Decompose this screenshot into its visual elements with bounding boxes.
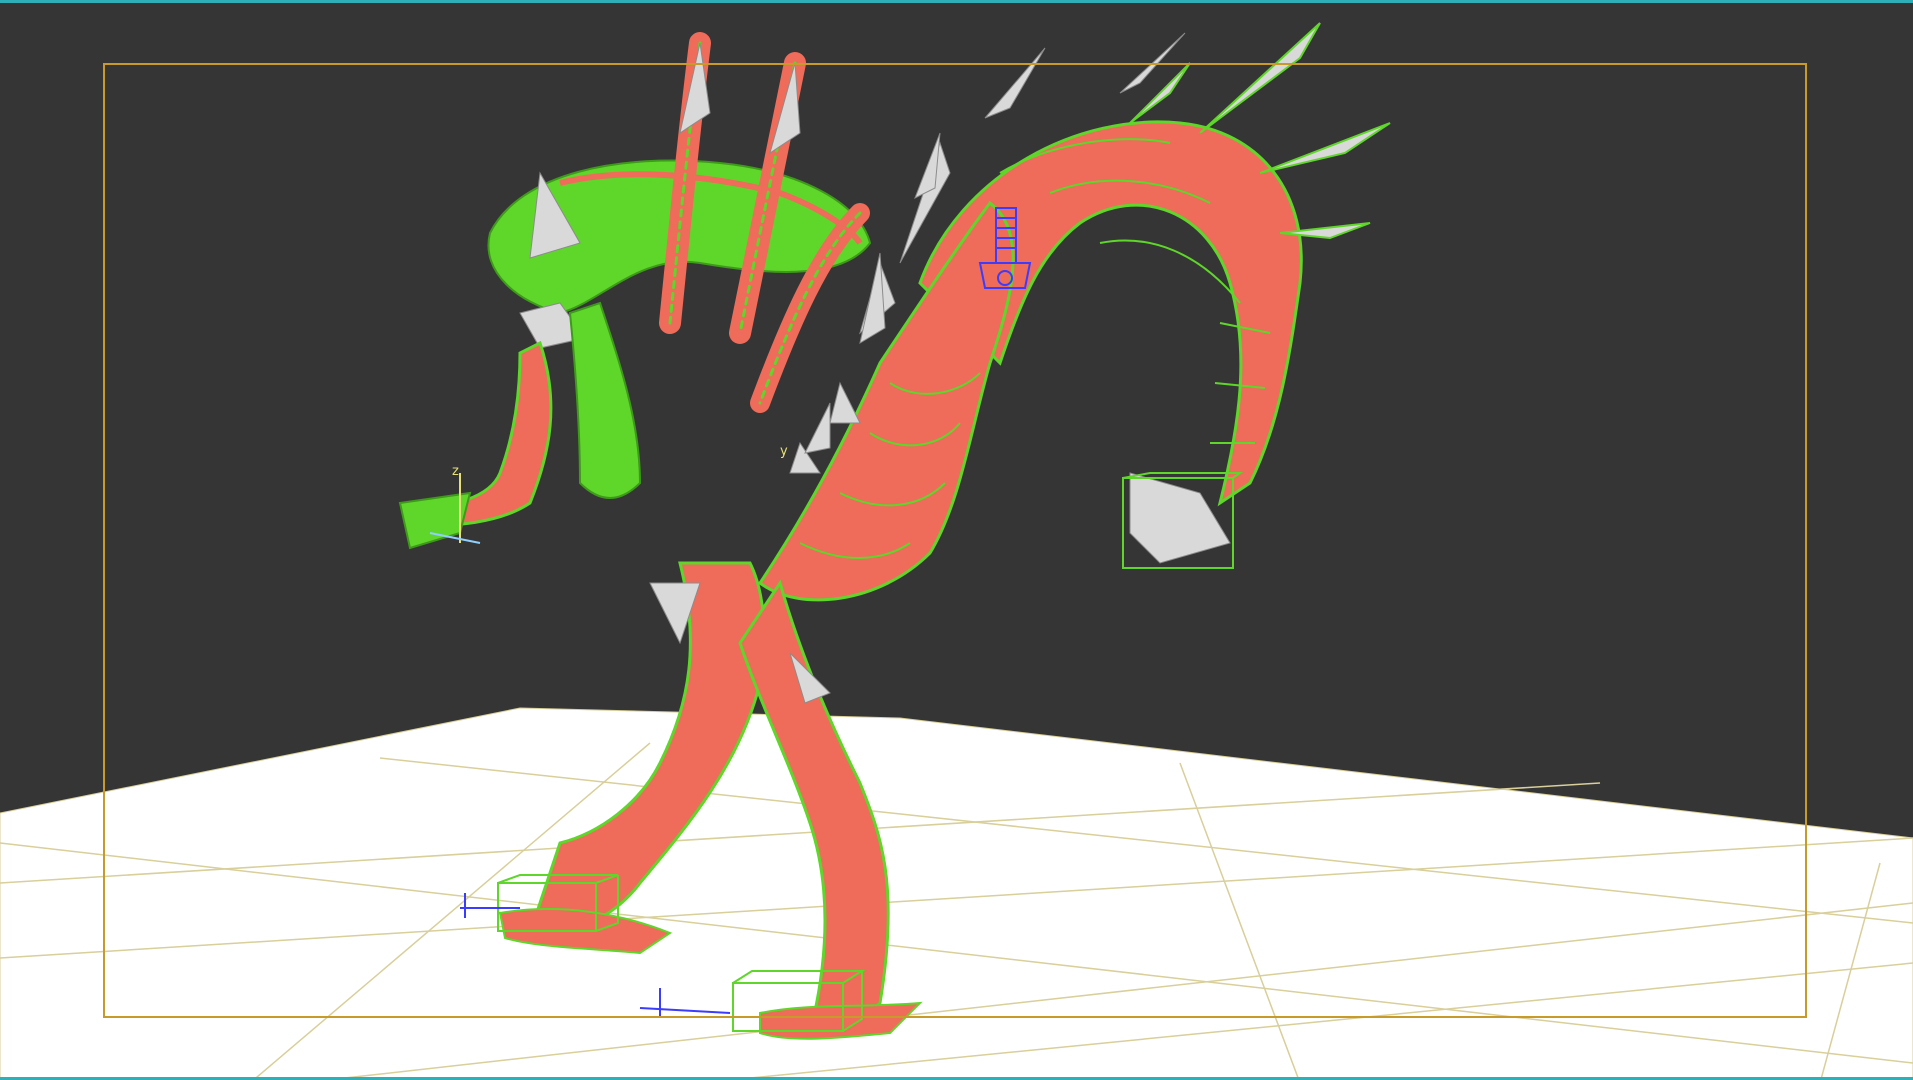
gizmo-z-label: z xyxy=(452,464,459,479)
3d-viewport[interactable]: z y xyxy=(0,0,1913,1080)
creature-arm[interactable] xyxy=(398,301,642,550)
viewport-scene[interactable]: z y xyxy=(0,3,1913,1080)
gizmo-y-label: y xyxy=(780,444,788,459)
floor-plane xyxy=(0,707,1913,1077)
